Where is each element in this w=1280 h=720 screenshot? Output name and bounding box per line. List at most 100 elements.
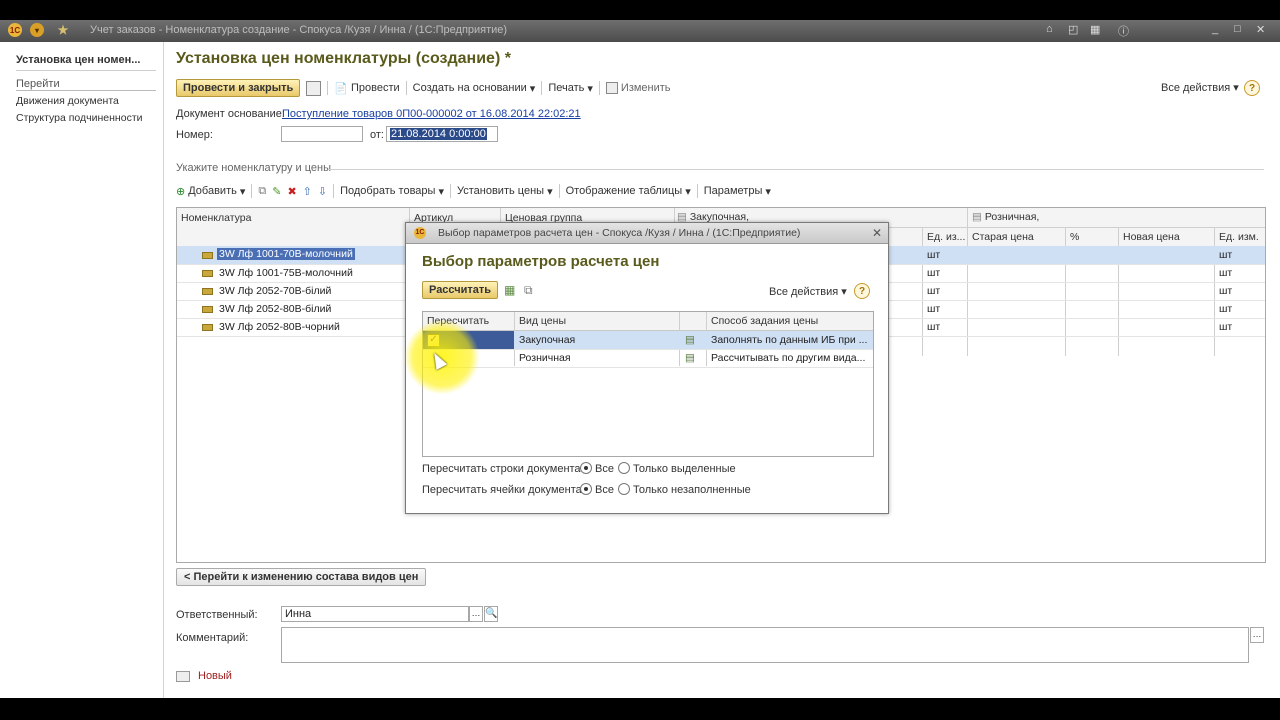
basis-link[interactable]: Поступление товаров 0П00-000002 от 16.08… (282, 108, 581, 120)
price-type-icon: ▤ (972, 211, 985, 223)
grid-toolbar: ⊕ Добавить ▾ ⧉ ✎ ✖ ⇧ ⇩ Подобрать товары ▾ У… (176, 181, 771, 201)
number-field[interactable] (281, 126, 363, 142)
pick-goods-button[interactable]: Подобрать товары ▾ (340, 185, 444, 198)
parameters-label: Параметры (703, 185, 763, 197)
item-cell: 3W Лф 2052-80В-білий (219, 303, 332, 315)
edit-button[interactable]: Изменить (605, 82, 671, 94)
column-header-recalc[interactable]: Пересчитать (427, 315, 489, 327)
dialog-all-actions-button[interactable]: Все действия ▾ (769, 285, 847, 298)
dropdown-arrow-icon: ▾ (547, 185, 553, 198)
column-header-method[interactable]: Способ задания цены (711, 315, 818, 327)
responsible-field[interactable]: Инна (281, 606, 469, 622)
move-down-icon[interactable]: ⇩ (318, 185, 327, 198)
table-icon[interactable]: ▦ (504, 283, 515, 297)
minimize-icon[interactable]: _ (1212, 23, 1218, 35)
move-up-icon[interactable]: ⇧ (303, 185, 312, 198)
column-header-price-type[interactable]: Вид цены (519, 315, 566, 327)
edit-label: Изменить (620, 82, 671, 94)
recalc-cells-empty-radio[interactable]: Только незаполненные (618, 483, 751, 496)
window-title: Учет заказов - Номенклатура создание - С… (90, 24, 508, 36)
section-label: Укажите номенклатуру и цены (176, 162, 331, 174)
maximize-icon[interactable]: □ (1234, 23, 1241, 35)
table-row[interactable]: Розничная ▤ Рассчитывать по другим вида.… (423, 349, 873, 368)
column-header-percent[interactable]: % (1070, 231, 1079, 243)
post-icon: 📄 (334, 82, 348, 95)
menu-icon[interactable]: ▾ (30, 23, 44, 37)
dialog-help-icon[interactable]: ? (854, 283, 870, 299)
table-row[interactable]: ✓ Закупочная ▤ Заполнять по данным ИБ пр… (423, 331, 873, 350)
comment-expand-button[interactable]: … (1250, 627, 1264, 643)
calculate-button[interactable]: Рассчитать (422, 281, 499, 299)
recalc-rows-all-radio[interactable]: Все (580, 462, 614, 475)
method-icon[interactable]: ▤ (685, 334, 695, 346)
info-icon[interactable]: ⓘ (1118, 23, 1129, 39)
print-button[interactable]: Печать ▾ (548, 82, 593, 95)
add-button[interactable]: ⊕ Добавить ▾ (176, 185, 245, 198)
column-header-unit[interactable]: Ед. из... (927, 231, 965, 243)
save-icon[interactable] (306, 80, 322, 96)
recalc-checkbox[interactable]: ✓ (427, 334, 440, 347)
comment-field[interactable] (281, 627, 1249, 663)
method-icon[interactable]: ▤ (685, 352, 695, 364)
price-types-table[interactable]: Пересчитать Вид цены Способ задания цены… (422, 311, 874, 457)
column-header-old-price[interactable]: Старая цена (972, 231, 1034, 243)
home-icon[interactable]: ⌂ (1046, 23, 1053, 35)
date-field[interactable]: 21.08.2014 0:00:00 (386, 126, 498, 142)
all-actions-button[interactable]: Все действия ▾ (1161, 81, 1239, 94)
sidebar-title[interactable]: Установка цен номен... (16, 54, 140, 66)
select-button[interactable]: … (469, 606, 483, 622)
dialog-heading: Выбор параметров расчета цен (422, 253, 660, 270)
unit-cell: шт (927, 249, 941, 261)
favorites-star-icon[interactable]: ★ (56, 23, 70, 37)
set-prices-button[interactable]: Установить цены ▾ (457, 185, 553, 198)
recalc-rows-all-label: Все (595, 463, 614, 475)
add-label: Добавить (188, 185, 237, 197)
window-titlebar: 1С ▾ ★ Учет заказов - Номенклатура созда… (0, 20, 1280, 42)
column-header-item[interactable]: Номенклатура (181, 212, 251, 224)
item-icon (202, 324, 213, 331)
sidebar-item-movements[interactable]: Движения документа (16, 95, 119, 107)
sidebar-group-goto: Перейти (16, 78, 156, 91)
search-icon[interactable]: 🔍 (484, 606, 498, 622)
post-button[interactable]: 📄 Провести (334, 82, 399, 95)
table-display-button[interactable]: Отображение таблицы ▾ (566, 185, 691, 198)
recalc-rows-selected-radio[interactable]: Только выделенные (618, 462, 736, 475)
calc-icon[interactable]: ▦ (1090, 23, 1100, 36)
post-and-close-button[interactable]: Провести и закрыть (176, 79, 301, 97)
dropdown-arrow-icon: ▾ (685, 185, 691, 198)
sidebar-divider (16, 70, 156, 71)
app-logo-icon[interactable]: 1С (8, 23, 22, 37)
date-value: 21.08.2014 0:00:00 (390, 128, 487, 140)
create-based-button[interactable]: Создать на основании ▾ (413, 82, 536, 95)
back-to-price-types-button[interactable]: < Перейти к изменению состава видов цен (176, 568, 427, 586)
copy-icon[interactable]: ⧉ (524, 283, 533, 298)
recalc-cells-empty-label: Только незаполненные (633, 484, 751, 496)
column-header-unit2[interactable]: Ед. изм. (1219, 231, 1259, 243)
help-icon[interactable]: ? (1244, 80, 1260, 96)
status-icon (176, 671, 190, 682)
delete-row-icon[interactable]: ✖ (287, 185, 296, 198)
recalc-cells-all-label: Все (595, 484, 614, 496)
toolbar-separator (541, 81, 543, 95)
radio-icon (618, 462, 630, 474)
dropdown-arrow-icon: ▾ (587, 82, 593, 95)
dialog-close-icon[interactable]: ✕ (872, 226, 882, 240)
edit-row-icon[interactable]: ✎ (272, 185, 281, 198)
print-label: Печать (548, 82, 585, 94)
sidebar-item-structure[interactable]: Структура подчиненности (16, 112, 143, 124)
unit2-cell: шт (1219, 321, 1233, 333)
dialog-all-actions-label: Все действия (769, 286, 839, 298)
dropdown-arrow-icon: ▾ (529, 82, 536, 95)
item-cell: 3W Лф 1001-70В-молочний (217, 248, 355, 260)
toolbar-separator (558, 184, 560, 198)
pick-goods-label: Подобрать товары (340, 185, 436, 197)
section-divider (328, 169, 1264, 170)
history-icon[interactable]: ◰ (1068, 23, 1078, 36)
column-header-retail[interactable]: ▤ Розничная, (972, 211, 1039, 223)
column-header-new-price[interactable]: Новая цена (1123, 231, 1180, 243)
unit-cell: шт (927, 303, 941, 315)
parameters-button[interactable]: Параметры ▾ (704, 185, 771, 198)
close-icon[interactable]: ✕ (1256, 23, 1265, 36)
recalc-cells-all-radio[interactable]: Все (580, 483, 614, 496)
copy-row-icon[interactable]: ⧉ (258, 185, 266, 198)
